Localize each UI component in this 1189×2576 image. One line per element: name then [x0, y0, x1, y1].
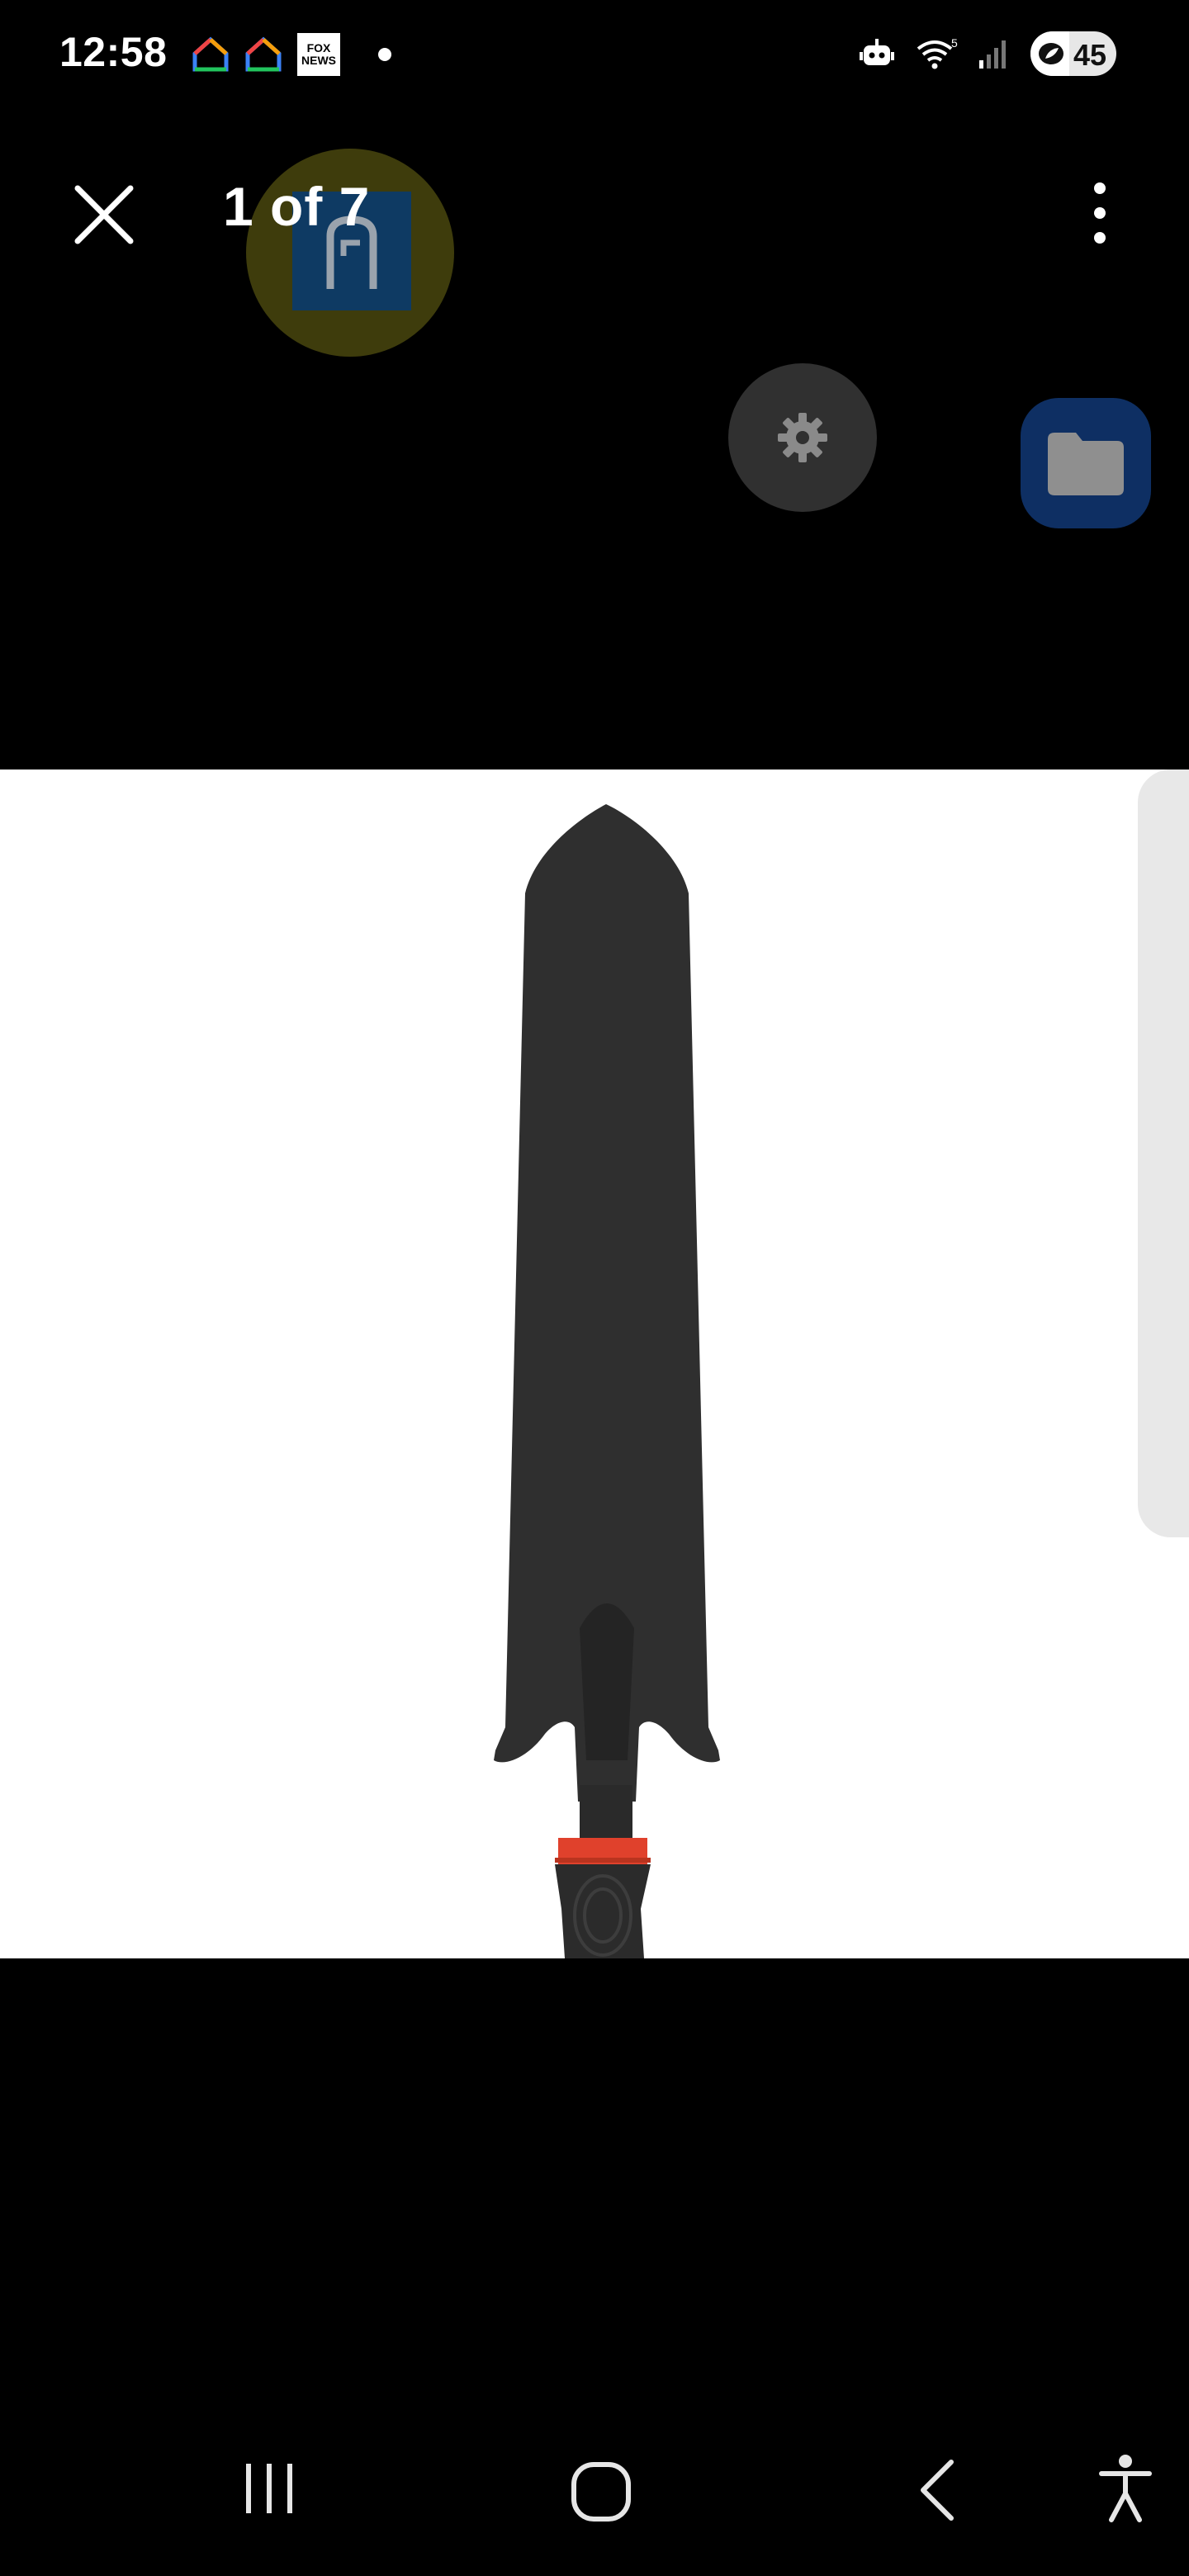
signal-icon	[979, 40, 1006, 69]
recents-icon[interactable]	[239, 2459, 299, 2518]
status-time: 12:58	[59, 29, 168, 75]
fox-news-icon: FOX NEWS	[297, 33, 340, 76]
close-icon[interactable]	[71, 182, 137, 248]
trowel-handle	[555, 1864, 651, 1958]
trowel-ridge	[580, 1603, 634, 1760]
home-icon[interactable]	[570, 2460, 632, 2523]
trowel-handle-lower	[0, 1958, 1189, 1959]
garden-trowel-image	[494, 804, 720, 1958]
edge-panel-handle[interactable]	[1138, 769, 1189, 1537]
trowel-neck	[580, 1785, 632, 1843]
system-icons: 5 45	[859, 31, 1116, 76]
wifi-icon: 5	[917, 36, 958, 69]
product-image[interactable]	[0, 769, 1189, 1958]
more-vertical-icon[interactable]	[1078, 178, 1121, 248]
back-icon[interactable]	[915, 2457, 958, 2523]
navigation-bar	[0, 2436, 1189, 2535]
smart-home-icon	[192, 36, 229, 72]
notification-icons: FOX NEWS	[192, 33, 391, 76]
battery-icon: 45	[1030, 31, 1116, 76]
robot-icon	[860, 39, 894, 65]
smart-home-icon	[245, 36, 282, 72]
battery-level: 45	[1073, 38, 1106, 72]
gear-icon	[778, 413, 827, 462]
dot-icon	[378, 48, 391, 61]
power-saving-leaf-icon	[1039, 43, 1063, 64]
accessibility-icon[interactable]	[1098, 2454, 1153, 2523]
svg-text:5: 5	[951, 36, 958, 50]
folder-bubble[interactable]	[1021, 398, 1151, 528]
gear-bubble[interactable]	[728, 363, 877, 512]
status-bar: 12:58 FOX NEWS 5 45	[0, 0, 1189, 107]
image-counter: 1 of 7	[223, 176, 371, 237]
folder-icon	[1048, 433, 1124, 495]
